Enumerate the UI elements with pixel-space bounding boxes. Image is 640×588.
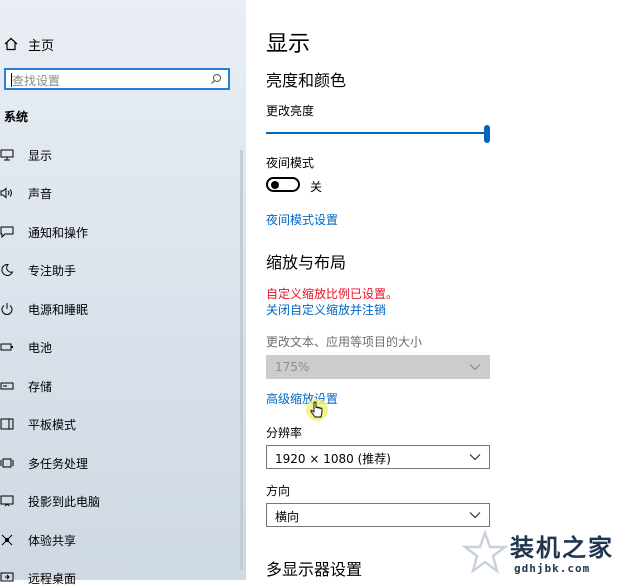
- speaker-icon: [0, 185, 20, 201]
- orientation-label: 方向: [266, 484, 291, 498]
- sidebar-item-tablet-mode[interactable]: 平板模式: [0, 414, 76, 434]
- night-light-toggle[interactable]: [266, 177, 300, 192]
- watermark-title: 装机之家: [510, 533, 614, 562]
- chevron-down-icon: [469, 512, 481, 519]
- sidebar-item-label: 远程桌面: [28, 571, 77, 586]
- sidebar-item-notifications[interactable]: 通知和操作: [0, 222, 88, 242]
- sidebar-item-label: 通知和操作: [28, 225, 89, 240]
- turn-off-custom-scale-link[interactable]: 关闭自定义缩放并注销: [266, 301, 386, 318]
- main-content: 显示 亮度和颜色 更改亮度 夜间模式 关 夜间模式设置 缩放与布局 自定义缩放比…: [246, 0, 640, 580]
- night-light-state: 关: [310, 180, 323, 194]
- scale-section-title: 缩放与布局: [266, 253, 347, 272]
- sidebar: 主页 查找设置 系统 显示 声音 通知和操作 专注助手 电源和睡眠 电池 存储 …: [0, 0, 246, 586]
- share-icon: [0, 532, 20, 548]
- search-input[interactable]: 查找设置: [4, 68, 230, 90]
- sidebar-item-label: 投影到此电脑: [28, 494, 101, 509]
- sidebar-item-label: 专注助手: [28, 263, 77, 278]
- resolution-dropdown[interactable]: 1920 × 1080 (推荐): [266, 445, 490, 469]
- sidebar-item-multitasking[interactable]: 多任务处理: [0, 453, 88, 473]
- power-icon: [0, 301, 20, 317]
- sidebar-item-label: 显示: [28, 148, 53, 163]
- tablet-icon: [0, 416, 20, 432]
- sidebar-item-sound[interactable]: 声音: [0, 183, 52, 203]
- sidebar-item-label: 平板模式: [28, 417, 77, 432]
- size-label: 更改文本、应用等项目的大小: [266, 335, 423, 349]
- hand-cursor-icon: [306, 398, 330, 428]
- multitask-icon: [0, 455, 20, 471]
- battery-icon: [0, 339, 20, 355]
- watermark-url: gdhjbk.com: [514, 562, 591, 575]
- sidebar-item-storage[interactable]: 存储: [0, 376, 52, 396]
- orientation-dropdown[interactable]: 横向: [266, 503, 490, 527]
- orientation-dropdown-value: 横向: [275, 510, 300, 524]
- sidebar-item-label: 存储: [28, 379, 53, 394]
- sidebar-item-remote-desktop[interactable]: 远程桌面: [0, 568, 76, 588]
- notification-icon: [0, 224, 20, 240]
- brightness-section-title: 亮度和颜色: [266, 71, 347, 90]
- brightness-slider-thumb[interactable]: [484, 125, 490, 143]
- page-title: 显示: [266, 32, 311, 57]
- moon-icon: [0, 262, 20, 278]
- home-icon: [4, 37, 18, 51]
- search-placeholder: 查找设置: [12, 74, 61, 88]
- sidebar-item-battery[interactable]: 电池: [0, 337, 52, 357]
- sidebar-item-shared-experiences[interactable]: 体验共享: [0, 530, 76, 550]
- sidebar-group-title: 系统: [4, 110, 29, 124]
- resolution-dropdown-value: 1920 × 1080 (推荐): [275, 452, 391, 466]
- scale-dropdown-value: 175%: [275, 360, 310, 374]
- custom-scale-warning: 自定义缩放比例已设置。: [266, 287, 399, 301]
- sidebar-scrollbar[interactable]: [240, 150, 243, 570]
- sidebar-item-label: 声音: [28, 186, 53, 201]
- remote-desktop-icon: [0, 570, 20, 586]
- night-light-settings-link[interactable]: 夜间模式设置: [266, 211, 338, 228]
- project-icon: [0, 493, 20, 509]
- storage-icon: [0, 378, 20, 394]
- chevron-down-icon: [469, 454, 481, 461]
- toggle-knob: [271, 181, 279, 189]
- sidebar-home[interactable]: 主页: [4, 34, 54, 54]
- multi-display-section-title: 多显示器设置: [266, 560, 363, 579]
- sidebar-item-label: 电池: [28, 340, 53, 355]
- night-light-label: 夜间模式: [266, 156, 315, 170]
- sidebar-item-label: 电源和睡眠: [28, 302, 89, 317]
- sidebar-item-label: 体验共享: [28, 533, 77, 548]
- search-icon[interactable]: [210, 73, 222, 85]
- sidebar-item-display[interactable]: 显示: [0, 145, 52, 165]
- sidebar-home-label: 主页: [28, 38, 55, 54]
- watermark-logo: 装机之家 gdhjbk.com: [462, 528, 640, 580]
- sidebar-item-power-sleep[interactable]: 电源和睡眠: [0, 299, 88, 319]
- scale-dropdown: 175%: [266, 355, 490, 379]
- sidebar-item-focus-assist[interactable]: 专注助手: [0, 260, 76, 280]
- sidebar-item-label: 多任务处理: [28, 456, 89, 471]
- brightness-slider-track[interactable]: [266, 132, 486, 134]
- sidebar-item-project[interactable]: 投影到此电脑: [0, 491, 100, 511]
- resolution-label: 分辨率: [266, 426, 303, 440]
- monitor-icon: [0, 147, 20, 163]
- brightness-label: 更改亮度: [266, 104, 315, 118]
- chevron-down-icon: [469, 364, 481, 371]
- star-icon: [462, 530, 508, 575]
